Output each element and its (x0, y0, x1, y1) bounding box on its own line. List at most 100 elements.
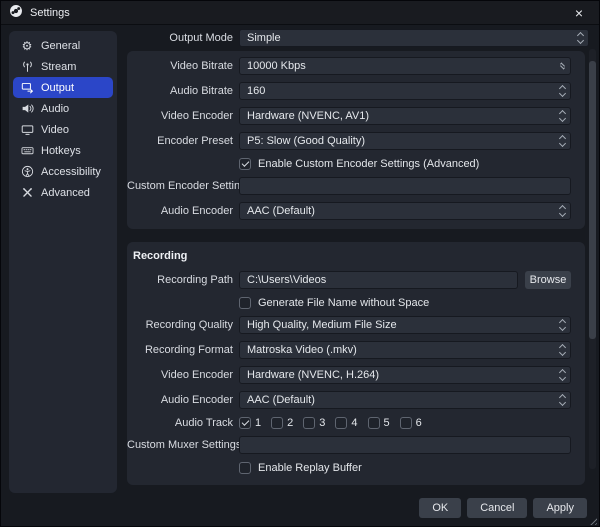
enable-custom-encoder-label: Enable Custom Encoder Settings (Advanced… (258, 158, 479, 170)
enable-custom-encoder-checkbox[interactable] (239, 158, 251, 170)
sidebar-item-accessibility[interactable]: Accessibility (13, 161, 113, 182)
custom-muxer-settings-row: Custom Muxer Settings (127, 436, 571, 454)
audio-bitrate-row: Audio Bitrate 160 (127, 82, 571, 100)
audio-track-option-3: 3 (303, 417, 325, 429)
video-bitrate-value: 10000 Kbps (247, 60, 306, 72)
sidebar-item-label: General (41, 40, 80, 52)
sidebar-item-general[interactable]: ⚙ General (13, 35, 113, 56)
audio-encoder-value: AAC (Default) (247, 394, 315, 406)
close-icon: × (575, 5, 583, 21)
close-button[interactable]: × (559, 1, 599, 24)
combo-arrows-icon (560, 367, 565, 383)
sidebar-item-label: Audio (41, 103, 69, 115)
broadcast-icon (20, 60, 34, 74)
settings-window: Settings × ⚙ General Stream (0, 0, 600, 527)
output-mode-row: Output Mode Simple (127, 29, 589, 47)
audio-track-option-2: 2 (271, 417, 293, 429)
dialog-footer: OK Cancel Apply (419, 498, 587, 518)
recording-section-title: Recording (133, 250, 571, 262)
audio-track-row: Audio Track 1 2 3 (127, 416, 571, 429)
recording-video-encoder-row: Video Encoder Hardware (NVENC, H.264) (127, 366, 571, 384)
output-settings-panel: Output Mode Simple Video Bitrate 10000 K… (127, 25, 593, 485)
browse-button[interactable]: Browse (525, 271, 571, 289)
recording-quality-combo[interactable]: High Quality, Medium File Size (239, 316, 571, 334)
custom-encoder-settings-label: Custom Encoder Settings (127, 180, 233, 192)
settings-body: ⚙ General Stream (1, 25, 599, 527)
window-title: Settings (30, 7, 70, 19)
cancel-button[interactable]: Cancel (467, 498, 527, 518)
recording-path-input[interactable] (239, 271, 518, 289)
stream-audio-encoder-combo[interactable]: AAC (Default) (239, 202, 571, 220)
accessibility-icon (20, 165, 34, 179)
audio-track-3-checkbox[interactable] (303, 417, 315, 429)
speaker-icon (20, 102, 34, 116)
encoder-preset-combo[interactable]: P5: Slow (Good Quality) (239, 132, 571, 150)
custom-muxer-settings-input[interactable] (239, 436, 571, 454)
vertical-scrollbar[interactable] (589, 49, 596, 469)
audio-track-option-4: 4 (335, 417, 357, 429)
sidebar-item-audio[interactable]: Audio (13, 98, 113, 119)
recording-format-value: Matroska Video (.mkv) (247, 344, 357, 356)
recording-group: Recording Recording Path Browse Generate… (127, 242, 585, 485)
output-icon (20, 81, 34, 95)
enable-custom-encoder-row: Enable Custom Encoder Settings (Advanced… (239, 157, 571, 170)
video-bitrate-label: Video Bitrate (127, 60, 233, 72)
keyboard-icon (20, 144, 34, 158)
custom-encoder-settings-row: Custom Encoder Settings (127, 177, 571, 195)
tools-icon (20, 186, 34, 200)
audio-track-2-checkbox[interactable] (271, 417, 283, 429)
recording-audio-encoder-combo[interactable]: AAC (Default) (239, 391, 571, 409)
sidebar-item-advanced[interactable]: Advanced (13, 182, 113, 203)
ok-button[interactable]: OK (419, 498, 461, 518)
recording-quality-label: Recording Quality (127, 319, 233, 331)
combo-arrows-icon (560, 342, 565, 358)
scrollbar-thumb[interactable] (589, 61, 596, 339)
audio-track-6-checkbox[interactable] (400, 417, 412, 429)
video-encoder-value: Hardware (NVENC, AV1) (247, 110, 369, 122)
combo-arrows-icon (560, 203, 565, 219)
combo-arrows-icon (560, 83, 565, 99)
encoder-preset-label: Encoder Preset (127, 135, 233, 147)
sidebar-item-label: Output (41, 82, 74, 94)
audio-bitrate-combo[interactable]: 160 (239, 82, 571, 100)
enable-replay-buffer-row: Enable Replay Buffer (239, 461, 571, 474)
recording-format-combo[interactable]: Matroska Video (.mkv) (239, 341, 571, 359)
stream-video-encoder-combo[interactable]: Hardware (NVENC, AV1) (239, 107, 571, 125)
sidebar-item-stream[interactable]: Stream (13, 56, 113, 77)
resize-grip[interactable] (588, 516, 597, 525)
enable-replay-buffer-label: Enable Replay Buffer (258, 462, 362, 474)
audio-encoder-label: Audio Encoder (127, 394, 233, 406)
audio-track-label: Audio Track (127, 417, 233, 429)
combo-arrows-icon (560, 392, 565, 408)
audio-bitrate-label: Audio Bitrate (127, 85, 233, 97)
streaming-group: Video Bitrate 10000 Kbps Audio Bitrate 1… (127, 51, 585, 229)
video-encoder-label: Video Encoder (127, 110, 233, 122)
apply-button[interactable]: Apply (533, 498, 587, 518)
custom-muxer-settings-label: Custom Muxer Settings (127, 439, 233, 451)
output-mode-combo[interactable]: Simple (239, 29, 589, 47)
stream-audio-encoder-row: Audio Encoder AAC (Default) (127, 202, 571, 220)
audio-track-option-5: 5 (368, 417, 390, 429)
audio-encoder-label: Audio Encoder (127, 205, 233, 217)
sidebar-item-label: Stream (41, 61, 76, 73)
generate-file-name-checkbox[interactable] (239, 297, 251, 309)
audio-track-4-checkbox[interactable] (335, 417, 347, 429)
combo-arrows-icon (560, 133, 565, 149)
sidebar-item-hotkeys[interactable]: Hotkeys (13, 140, 113, 161)
settings-nav-sidebar: ⚙ General Stream (9, 31, 117, 493)
display-icon (20, 123, 34, 137)
audio-encoder-value: AAC (Default) (247, 205, 315, 217)
audio-track-5-checkbox[interactable] (368, 417, 380, 429)
enable-replay-buffer-checkbox[interactable] (239, 462, 251, 474)
audio-track-option-6: 6 (400, 417, 422, 429)
generate-file-name-row: Generate File Name without Space (239, 296, 571, 309)
custom-encoder-settings-input[interactable] (239, 177, 571, 195)
recording-audio-encoder-row: Audio Encoder AAC (Default) (127, 391, 571, 409)
sidebar-item-video[interactable]: Video (13, 119, 113, 140)
video-bitrate-spinbox[interactable]: 10000 Kbps (239, 57, 571, 75)
sidebar-item-output[interactable]: Output (13, 77, 113, 98)
audio-track-1-checkbox[interactable] (239, 417, 251, 429)
video-encoder-value: Hardware (NVENC, H.264) (247, 369, 379, 381)
recording-quality-value: High Quality, Medium File Size (247, 319, 397, 331)
recording-video-encoder-combo[interactable]: Hardware (NVENC, H.264) (239, 366, 571, 384)
